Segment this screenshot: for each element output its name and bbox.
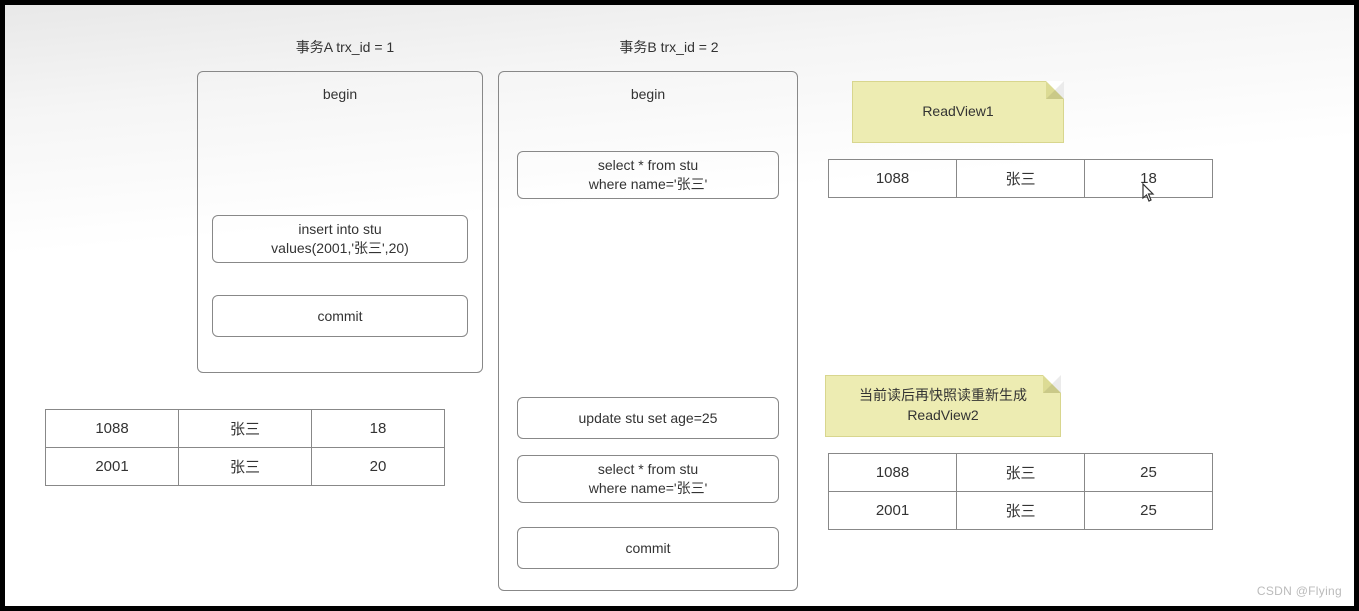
cell: 18 xyxy=(312,410,445,448)
tx-a-step-commit: commit xyxy=(212,295,468,337)
cell: 1088 xyxy=(829,160,957,198)
cell: 18 xyxy=(1085,160,1213,198)
tx-a-title: 事务A trx_id = 1 xyxy=(265,37,425,57)
cell: 张三 xyxy=(179,448,312,486)
cell: 张三 xyxy=(179,410,312,448)
cell: 2001 xyxy=(829,492,957,530)
table-readview1: 1088 张三 18 xyxy=(828,159,1213,198)
diagram-frame: 事务A trx_id = 1 事务B trx_id = 2 begin inse… xyxy=(0,0,1359,611)
tx-b-step-select1: select * from stu where name='张三' xyxy=(517,151,779,199)
dog-ear-icon xyxy=(1046,81,1064,99)
tx-b-step-update: update stu set age=25 xyxy=(517,397,779,439)
cell: 张三 xyxy=(957,160,1085,198)
note-readview2: 当前读后再快照读重新生成 ReadView2 xyxy=(825,375,1061,437)
cell: 1088 xyxy=(829,454,957,492)
tx-a-step-insert: insert into stu values(2001,'张三',20) xyxy=(212,215,468,263)
dog-ear-icon xyxy=(1043,375,1061,393)
table-row: 2001 张三 20 xyxy=(46,448,445,486)
tx-b-title: 事务B trx_id = 2 xyxy=(589,37,749,57)
watermark: CSDN @Flying xyxy=(1257,584,1342,598)
cell: 2001 xyxy=(46,448,179,486)
cell: 张三 xyxy=(957,454,1085,492)
cell: 20 xyxy=(312,448,445,486)
tx-a-begin: begin xyxy=(198,86,482,102)
tx-b-step-select2: select * from stu where name='张三' xyxy=(517,455,779,503)
table-row: 1088 张三 18 xyxy=(829,160,1213,198)
note-readview1-text: ReadView1 xyxy=(922,102,993,122)
note-readview1: ReadView1 xyxy=(852,81,1064,143)
cell: 张三 xyxy=(957,492,1085,530)
table-row: 2001 张三 25 xyxy=(829,492,1213,530)
cell: 25 xyxy=(1085,454,1213,492)
table-readview2: 1088 张三 25 2001 张三 25 xyxy=(828,453,1213,530)
cell: 25 xyxy=(1085,492,1213,530)
note-readview2-text: 当前读后再快照读重新生成 ReadView2 xyxy=(859,386,1027,425)
cell: 1088 xyxy=(46,410,179,448)
table-storage: 1088 张三 18 2001 张三 20 xyxy=(45,409,445,486)
tx-b-begin: begin xyxy=(499,86,797,102)
tx-b-container: begin xyxy=(498,71,798,591)
table-row: 1088 张三 25 xyxy=(829,454,1213,492)
table-row: 1088 张三 18 xyxy=(46,410,445,448)
tx-b-step-commit: commit xyxy=(517,527,779,569)
